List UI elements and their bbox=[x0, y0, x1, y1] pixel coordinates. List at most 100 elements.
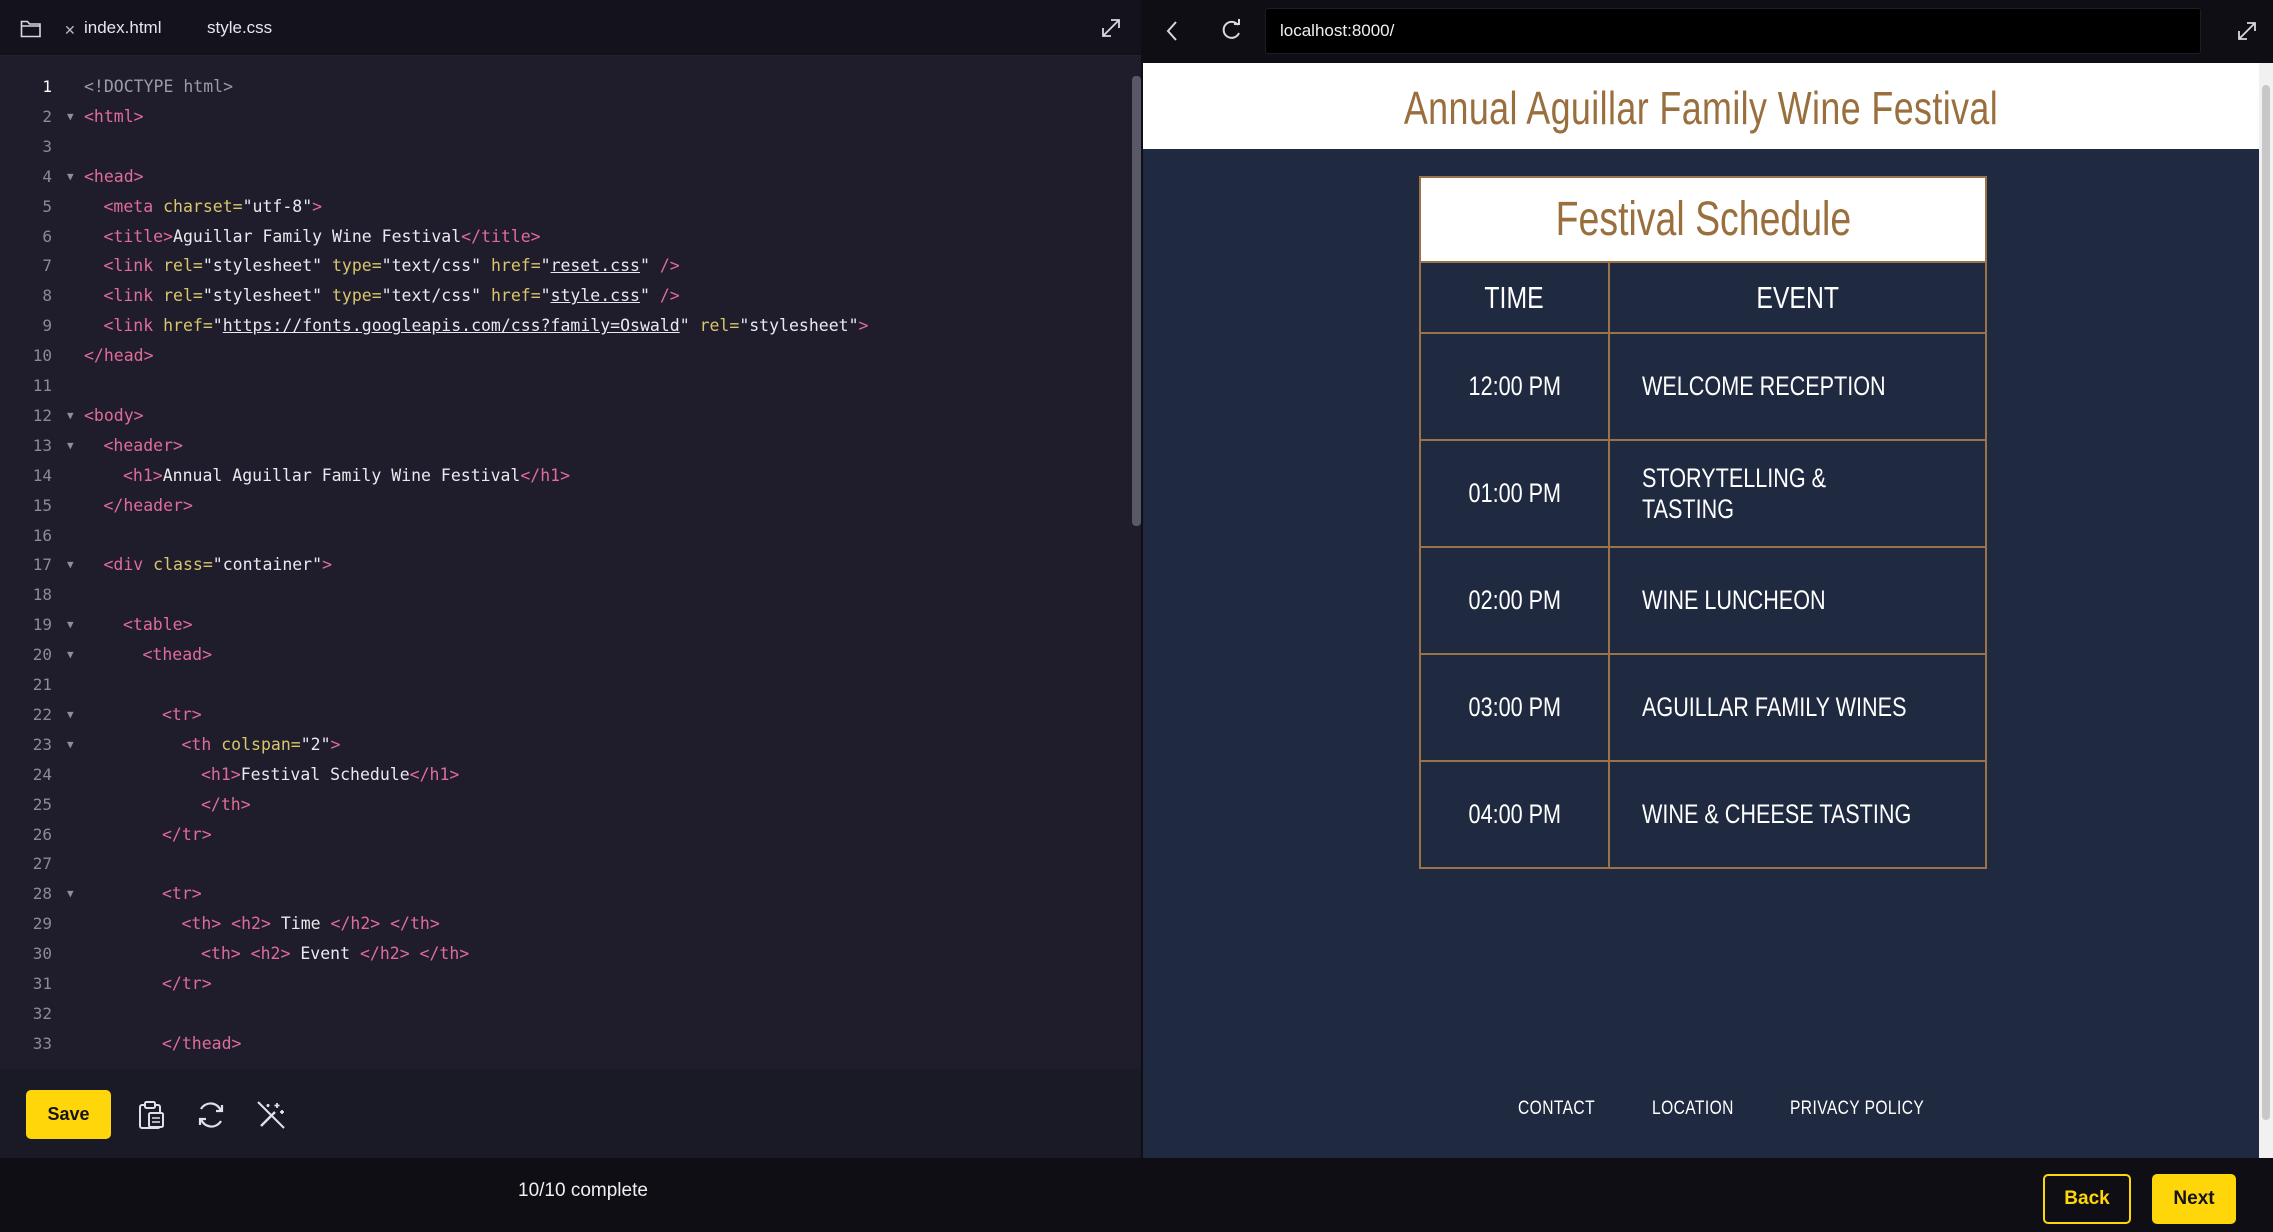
bottom-bar: 10/10 complete Back Next bbox=[0, 1158, 2273, 1232]
fold-toggle-icon[interactable]: ▼ bbox=[67, 640, 74, 670]
close-tab-icon[interactable]: ✕ bbox=[64, 22, 76, 39]
table-row: 12:00 PM WELCOME RECEPTION bbox=[1419, 332, 1987, 441]
code-line[interactable]: 14 <h1>Annual Aguillar Family Wine Festiv… bbox=[0, 461, 1130, 491]
table-row: 03:00 PM AGUILLAR FAMILY WINES bbox=[1419, 653, 1987, 762]
fold-toggle-icon[interactable]: ▼ bbox=[67, 102, 74, 132]
code-line[interactable]: 8 <link rel="stylesheet" type="text/css" … bbox=[0, 281, 1130, 311]
code-line[interactable]: 24 <h1>Festival Schedule</h1> bbox=[0, 760, 1130, 790]
code-line[interactable]: 3 bbox=[0, 132, 1130, 162]
code-line[interactable]: 7 <link rel="stylesheet" type="text/css" … bbox=[0, 251, 1130, 281]
code-text: <link rel="stylesheet" type="text/css" h… bbox=[103, 256, 680, 276]
tab-style-css[interactable]: style.css bbox=[207, 0, 272, 56]
code-text: <tr> bbox=[162, 884, 202, 904]
site-title: Annual Aguillar Family Wine Festival bbox=[1403, 82, 1999, 134]
code-line[interactable]: 22 ▼ <tr> bbox=[0, 700, 1130, 730]
browser-toolbar: localhost:8000/ bbox=[1143, 0, 2273, 60]
code-editor[interactable]: 1 <!DOCTYPE html> 2 ▼ <html> 3 4 ▼ <head> 5 <meta … bbox=[0, 72, 1130, 1070]
line-number: 23 bbox=[32, 734, 52, 754]
fold-toggle-icon[interactable]: ▼ bbox=[67, 431, 74, 461]
line-number: 14 bbox=[32, 465, 52, 485]
footer-link-location[interactable]: LOCATION bbox=[1652, 1098, 1752, 1120]
line-number: 19 bbox=[32, 615, 52, 635]
code-line[interactable]: 18 bbox=[0, 580, 1130, 610]
event-text: STORYTELLING & TASTING bbox=[1642, 462, 1827, 524]
expand-icon[interactable] bbox=[1100, 17, 1122, 39]
code-line[interactable]: 16 bbox=[0, 521, 1130, 551]
editor-scrollbar[interactable] bbox=[1132, 76, 1141, 526]
time-cell: 01:00 PM bbox=[1419, 439, 1610, 548]
code-line[interactable]: 15 </header> bbox=[0, 491, 1130, 521]
tab-index-html[interactable]: ✕ index.html bbox=[62, 0, 161, 56]
code-line[interactable]: 32 bbox=[0, 999, 1130, 1029]
code-line[interactable]: 30 <th> <h2> Event </h2> </th> bbox=[0, 939, 1130, 969]
code-line[interactable]: 25 </th> bbox=[0, 790, 1130, 820]
fold-toggle-icon[interactable]: ▼ bbox=[67, 550, 74, 580]
browser-scrollbar-thumb[interactable] bbox=[2262, 85, 2270, 1120]
clipboard-icon[interactable] bbox=[135, 1099, 167, 1131]
url-bar[interactable]: localhost:8000/ bbox=[1265, 8, 2201, 54]
code-line[interactable]: 2 ▼ <html> bbox=[0, 102, 1130, 132]
code-line[interactable]: 23 ▼ <th colspan="2"> bbox=[0, 730, 1130, 760]
browser-pane: localhost:8000/ Annual Aguillar Family W… bbox=[1143, 0, 2273, 1158]
time-text: 03:00 PM bbox=[1468, 692, 1561, 722]
fold-toggle-icon[interactable]: ▼ bbox=[67, 162, 74, 192]
line-number: 8 bbox=[42, 286, 52, 306]
table-caption-text: Festival Schedule bbox=[1555, 193, 1851, 246]
code-text: </thead> bbox=[162, 1033, 242, 1053]
code-line[interactable]: 10 </head> bbox=[0, 341, 1130, 371]
code-line[interactable]: 20 ▼ <thead> bbox=[0, 640, 1130, 670]
line-number: 25 bbox=[32, 794, 52, 814]
code-line[interactable]: 13 ▼ <header> bbox=[0, 431, 1130, 461]
footer-link-contact[interactable]: CONTACT bbox=[1518, 1098, 1612, 1120]
code-line[interactable]: 31 </tr> bbox=[0, 969, 1130, 999]
fold-toggle-icon[interactable]: ▼ bbox=[67, 700, 74, 730]
column-header-label: TIME bbox=[1484, 279, 1545, 315]
code-text: <html> bbox=[84, 106, 144, 126]
folder-icon[interactable] bbox=[20, 18, 42, 38]
code-text: <link rel="stylesheet" type="text/css" h… bbox=[103, 286, 680, 306]
line-number: 15 bbox=[32, 495, 52, 515]
save-button[interactable]: Save bbox=[26, 1090, 111, 1139]
line-number: 9 bbox=[42, 316, 52, 336]
code-line[interactable]: 21 bbox=[0, 670, 1130, 700]
code-line[interactable]: 5 <meta charset="utf-8"> bbox=[0, 192, 1130, 222]
refresh-icon[interactable] bbox=[195, 1099, 227, 1131]
code-line[interactable]: 6 <title>Aguillar Family Wine Festival</t… bbox=[0, 222, 1130, 252]
code-line[interactable]: 12 ▼ <body> bbox=[0, 401, 1130, 431]
code-line[interactable]: 26 </tr> bbox=[0, 820, 1130, 850]
code-line[interactable]: 4 ▼ <head> bbox=[0, 162, 1130, 192]
code-line[interactable]: 9 <link href="https://fonts.googleapis.co… bbox=[0, 311, 1130, 341]
code-text: </tr> bbox=[162, 824, 212, 844]
fold-toggle-icon[interactable]: ▼ bbox=[67, 401, 74, 431]
fold-toggle-icon[interactable]: ▼ bbox=[67, 879, 74, 909]
next-button[interactable]: Next bbox=[2152, 1174, 2236, 1224]
code-line[interactable]: 19 ▼ <table> bbox=[0, 610, 1130, 640]
time-cell: 02:00 PM bbox=[1419, 546, 1610, 655]
time-text: 01:00 PM bbox=[1468, 478, 1561, 508]
fold-toggle-icon[interactable]: ▼ bbox=[67, 610, 74, 640]
event-cell: WELCOME RECEPTION bbox=[1608, 332, 1987, 441]
event-cell: AGUILLAR FAMILY WINES bbox=[1608, 653, 1987, 762]
code-text: <meta charset="utf-8"> bbox=[103, 196, 323, 216]
code-line[interactable]: 29 <th> <h2> Time </h2> </th> bbox=[0, 909, 1130, 939]
back-button[interactable]: Back bbox=[2043, 1174, 2131, 1224]
line-number: 27 bbox=[32, 854, 52, 874]
back-arrow-icon[interactable] bbox=[1165, 20, 1179, 42]
column-header-time: TIME bbox=[1419, 261, 1610, 334]
code-text: <tr> bbox=[162, 704, 202, 724]
reload-icon[interactable] bbox=[1221, 19, 1243, 41]
code-line[interactable]: 28 ▼ <tr> bbox=[0, 879, 1130, 909]
footer-link-label: PRIVACY POLICY bbox=[1790, 1098, 1925, 1119]
footer-link-privacy-policy[interactable]: PRIVACY POLICY bbox=[1790, 1098, 1954, 1120]
code-line[interactable]: 1 <!DOCTYPE html> bbox=[0, 72, 1130, 102]
magic-wand-off-icon[interactable] bbox=[255, 1099, 287, 1131]
line-number: 12 bbox=[32, 405, 52, 425]
code-text: </header> bbox=[103, 495, 193, 515]
fold-toggle-icon[interactable]: ▼ bbox=[67, 730, 74, 760]
code-line[interactable]: 17 ▼ <div class="container"> bbox=[0, 550, 1130, 580]
code-line[interactable]: 27 bbox=[0, 849, 1130, 879]
expand-icon[interactable] bbox=[2236, 20, 2258, 42]
code-line[interactable]: 11 bbox=[0, 371, 1130, 401]
line-number: 5 bbox=[42, 196, 52, 216]
code-line[interactable]: 33 </thead> bbox=[0, 1029, 1130, 1059]
